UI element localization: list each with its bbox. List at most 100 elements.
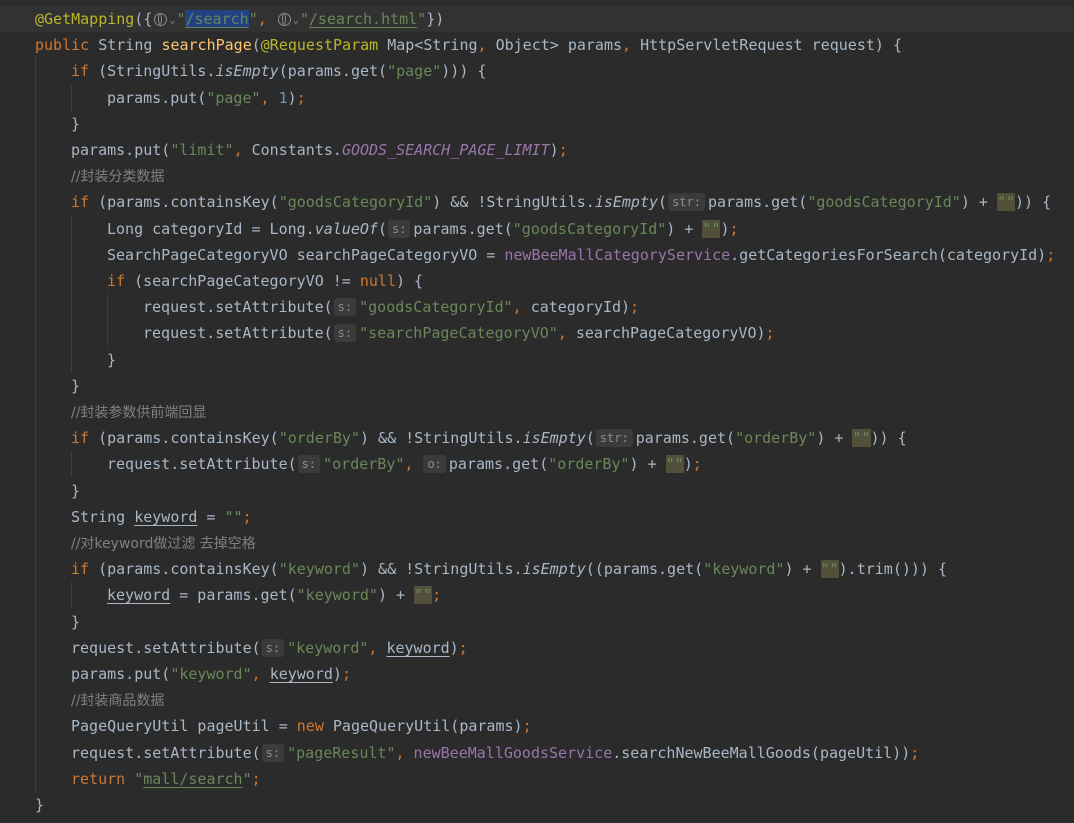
code-line[interactable]: if (searchPageCategoryVO != null) { bbox=[0, 268, 1074, 294]
code-token-text: request.setAttribute( bbox=[71, 743, 261, 762]
code-tokens: request.setAttribute(s: "pageResult", new… bbox=[71, 740, 919, 766]
code-token-keyword: ; bbox=[729, 219, 739, 238]
code-line[interactable]: if (params.containsKey("keyword") && !St… bbox=[0, 556, 1074, 583]
indent-guide bbox=[35, 739, 36, 766]
code-token-text: valueOf bbox=[314, 219, 378, 238]
code-line[interactable]: SearchPageCategoryVO searchPageCategoryV… bbox=[0, 241, 1074, 268]
code-token-text: = bbox=[197, 507, 225, 526]
indent-guide bbox=[35, 58, 36, 85]
code-token-string: "" bbox=[414, 586, 433, 605]
code-tokens: String keyword = ""; bbox=[71, 504, 252, 530]
code-token-keyword: if bbox=[71, 560, 99, 579]
code-token-string: "pageResult" bbox=[287, 743, 396, 762]
code-token-keyword: , bbox=[257, 10, 276, 28]
code-token-keyword: , bbox=[233, 141, 252, 159]
code-editor[interactable]: @GetMapping({⌄"/search", ⌄"/search.html"… bbox=[0, 0, 1074, 823]
code-token-string: "goodsCategoryId" bbox=[278, 193, 433, 212]
code-token-text: ) + bbox=[377, 586, 415, 605]
indent-guide bbox=[35, 765, 36, 792]
code-token-keyword: ; bbox=[558, 141, 568, 159]
code-token-string: "limit" bbox=[170, 141, 234, 159]
parameter-hint: s: bbox=[333, 324, 357, 343]
code-line[interactable]: //封装参数供前端回显 bbox=[0, 399, 1074, 425]
code-token-text: request.setAttribute( bbox=[71, 638, 261, 657]
code-line[interactable]: } bbox=[0, 477, 1074, 504]
code-token-keyword: , bbox=[557, 324, 576, 343]
code-tokens: params.put("limit", Constants.GOODS_SEAR… bbox=[71, 137, 568, 163]
code-tokens: } bbox=[71, 478, 80, 504]
code-line[interactable]: request.setAttribute(s: "pageResult", new… bbox=[0, 739, 1074, 766]
code-token-text: } bbox=[107, 350, 117, 369]
code-line[interactable]: String keyword = ""; bbox=[0, 503, 1074, 530]
code-line[interactable]: @GetMapping({⌄"/search", ⌄"/search.html"… bbox=[0, 6, 1074, 32]
code-tokens: } bbox=[71, 111, 80, 137]
code-line[interactable]: } bbox=[0, 372, 1074, 399]
code-token-text: params.put( bbox=[71, 141, 171, 159]
code-line[interactable]: keyword = params.get("keyword") + ""; bbox=[0, 582, 1074, 609]
code-line[interactable]: //封装商品数据 bbox=[0, 687, 1074, 714]
indent-guide bbox=[35, 294, 36, 321]
code-line[interactable]: params.put("page", 1); bbox=[0, 84, 1074, 111]
code-line[interactable]: request.setAttribute(s: "keyword", keywor… bbox=[0, 634, 1074, 661]
code-line[interactable]: //对keyword做过滤 去掉空格 bbox=[0, 530, 1074, 556]
code-line[interactable]: request.setAttribute(s: "orderBy", o: para… bbox=[0, 451, 1074, 478]
code-token-text: ) && !StringUtils. bbox=[360, 429, 523, 448]
indent-guide bbox=[35, 399, 36, 425]
code-line[interactable]: } bbox=[0, 608, 1074, 635]
code-token-field: newBeeMallGoodsService bbox=[413, 743, 613, 762]
code-token-text: String bbox=[71, 507, 135, 526]
code-token-string: "page" bbox=[387, 62, 442, 81]
code-line[interactable]: PageQueryUtil pageUtil = new PageQueryUt… bbox=[0, 713, 1074, 740]
code-line[interactable]: request.setAttribute(s: "searchPageCatego… bbox=[0, 320, 1074, 347]
globe-icon[interactable]: ⌄ bbox=[276, 10, 300, 28]
code-token-comment: //封装参数供前端回显 bbox=[71, 405, 207, 421]
parameter-hint: str: bbox=[595, 429, 633, 448]
code-token-text: ) + bbox=[784, 560, 821, 579]
parameter-hint: s: bbox=[333, 298, 357, 317]
code-tokens: //封装分类数据 bbox=[71, 163, 164, 190]
code-token-text: isEmpty bbox=[522, 429, 586, 448]
code-line[interactable]: if (params.containsKey("goodsCategoryId"… bbox=[0, 189, 1074, 216]
code-token-text: categoryId) bbox=[530, 298, 631, 317]
code-line[interactable]: } bbox=[0, 110, 1074, 137]
indent-guide bbox=[71, 320, 72, 347]
code-token-keyword: ; bbox=[432, 586, 442, 605]
code-line[interactable]: params.put("keyword", keyword); bbox=[0, 661, 1074, 687]
code-token-comment: //封装商品数据 bbox=[71, 693, 165, 710]
globe-icon[interactable]: ⌄ bbox=[152, 10, 176, 28]
code-token-text: } bbox=[71, 114, 81, 133]
code-token-field: GOODS_SEARCH_PAGE_LIMIT bbox=[341, 141, 550, 159]
code-token-text: params.get( bbox=[413, 219, 513, 238]
code-token-string: " bbox=[248, 10, 258, 28]
code-line[interactable]: Long categoryId = Long.valueOf(s: params.… bbox=[0, 215, 1074, 242]
code-line[interactable]: } bbox=[0, 792, 1074, 818]
code-token-keyword: , bbox=[404, 455, 423, 474]
code-tokens: if (params.containsKey("goodsCategoryId"… bbox=[71, 189, 1051, 215]
code-token-keyword: , bbox=[622, 36, 641, 55]
code-line[interactable]: if (StringUtils.isEmpty(params.get("page… bbox=[0, 58, 1074, 85]
code-line[interactable]: return "mall/search"; bbox=[0, 765, 1074, 792]
code-token-text: (StringUtils. bbox=[98, 62, 216, 81]
code-line[interactable]: public String searchPage(@RequestParam M… bbox=[0, 32, 1074, 58]
indent-guide bbox=[35, 608, 36, 635]
code-line[interactable]: request.setAttribute(s: "goodsCategoryId"… bbox=[0, 294, 1074, 321]
code-tokens: //封装商品数据 bbox=[71, 687, 164, 714]
code-tokens: request.setAttribute(s: "goodsCategoryId"… bbox=[143, 294, 639, 320]
code-token-string: mall/search bbox=[143, 769, 243, 788]
code-token-text: ) + bbox=[666, 219, 703, 238]
code-token-string: "keyword" bbox=[703, 560, 785, 579]
code-token-text: Constants. bbox=[251, 141, 342, 159]
code-token-text: request.setAttribute( bbox=[143, 324, 333, 343]
parameter-hint: s: bbox=[261, 743, 285, 762]
code-tokens: request.setAttribute(s: "orderBy", o: para… bbox=[107, 451, 702, 477]
code-tokens: } bbox=[71, 373, 80, 399]
code-token-text: Long categoryId = Long. bbox=[107, 219, 315, 238]
code-line[interactable]: //封装分类数据 bbox=[0, 163, 1074, 190]
code-tokens: if (params.containsKey("keyword") && !St… bbox=[71, 556, 947, 582]
code-line[interactable]: } bbox=[0, 346, 1074, 373]
code-line[interactable]: params.put("limit", Constants.GOODS_SEAR… bbox=[0, 137, 1074, 163]
indent-guide bbox=[35, 477, 36, 504]
code-line[interactable]: if (params.containsKey("orderBy") && !St… bbox=[0, 425, 1074, 452]
code-token-string: "searchPageCategoryVO" bbox=[359, 324, 558, 343]
code-tokens: SearchPageCategoryVO searchPageCategoryV… bbox=[107, 242, 1055, 268]
